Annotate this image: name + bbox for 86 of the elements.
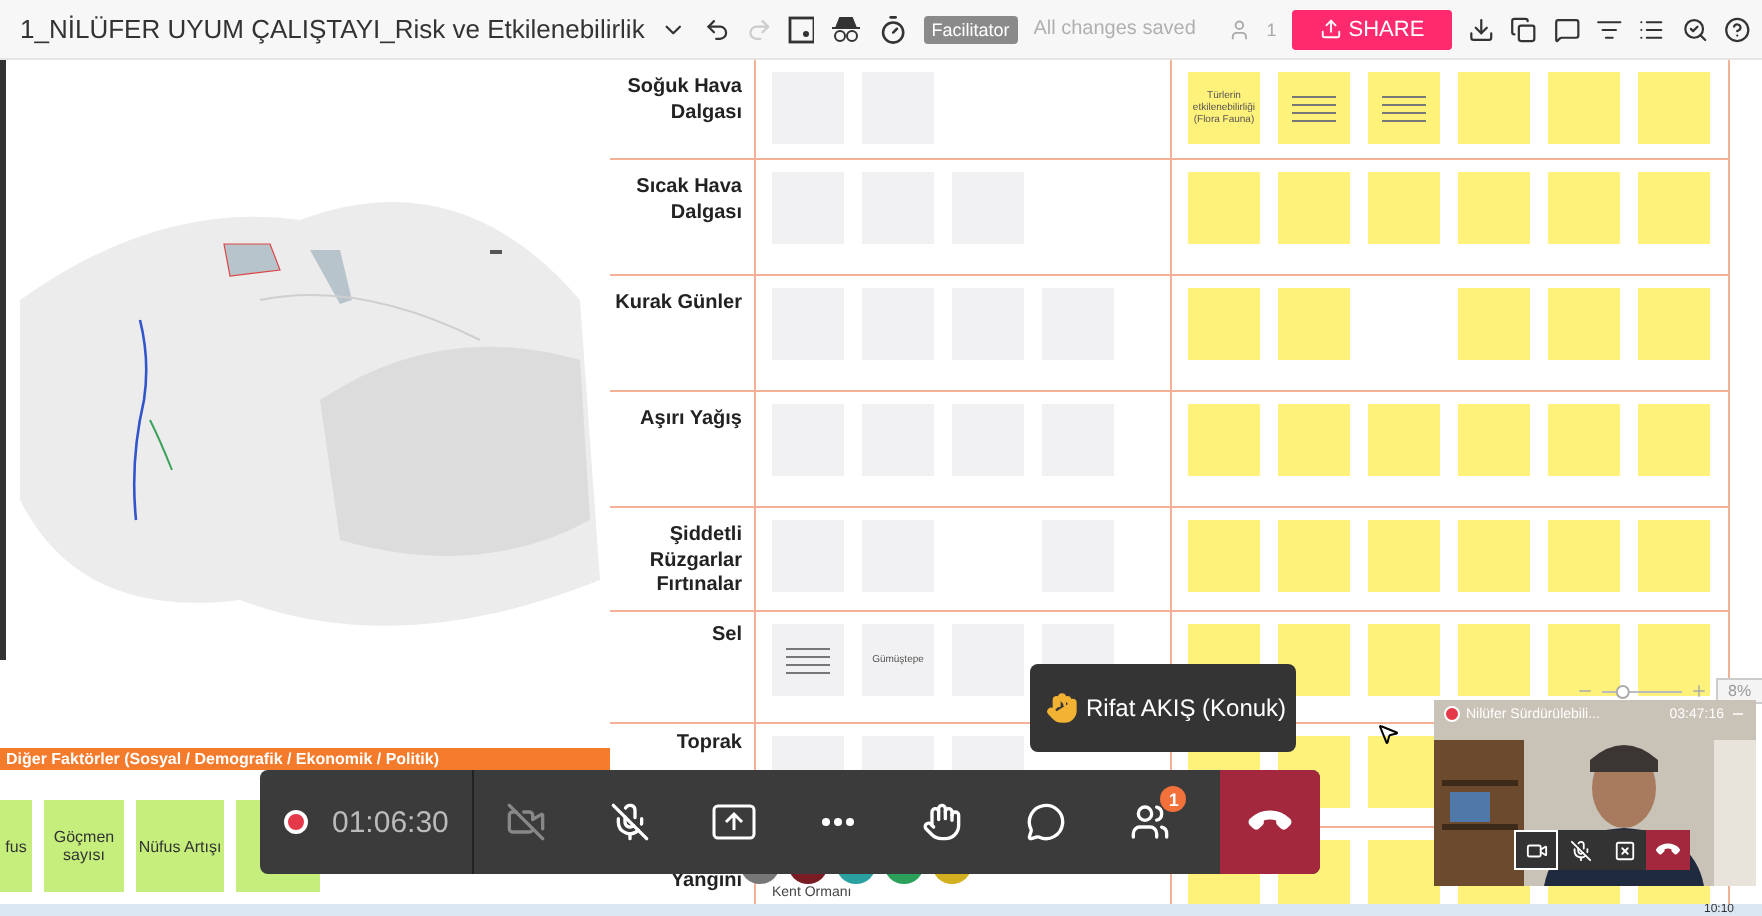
share-button[interactable]: SHARE bbox=[1292, 9, 1453, 49]
help-icon[interactable] bbox=[1723, 15, 1751, 43]
save-status: All changes saved bbox=[1033, 18, 1196, 40]
factor-card: Göçmen sayısı bbox=[44, 800, 124, 892]
cursor-icon bbox=[1376, 722, 1400, 746]
raised-hand-icon bbox=[1046, 692, 1078, 724]
participants-badge: 1 bbox=[1160, 786, 1187, 812]
note-scribble-icon bbox=[786, 647, 830, 673]
sticky-note bbox=[1458, 520, 1530, 592]
sticky-note bbox=[1548, 520, 1620, 592]
row-label: Soğuk Hava Dalgası bbox=[625, 74, 744, 126]
list-icon[interactable] bbox=[1638, 15, 1666, 43]
row-label: Yangını bbox=[668, 868, 744, 895]
facilitator-badge: Facilitator bbox=[923, 15, 1018, 43]
comment-icon[interactable] bbox=[1553, 15, 1580, 43]
sticky-note bbox=[1638, 404, 1710, 476]
more-icon bbox=[822, 818, 855, 826]
row-label: Kurak Günler bbox=[613, 290, 744, 317]
participants-button[interactable]: 1 bbox=[1098, 770, 1203, 874]
people-icon bbox=[1130, 802, 1171, 842]
download-icon[interactable] bbox=[1468, 15, 1495, 43]
sticky-note bbox=[1368, 624, 1440, 696]
row-label: Şiddetli Rüzgarlar Fırtınalar bbox=[647, 522, 744, 599]
sticky-note bbox=[1548, 404, 1620, 476]
mic-off-icon bbox=[610, 802, 651, 842]
sticky-note bbox=[1638, 520, 1710, 592]
call-timer: 01:06:30 bbox=[332, 805, 449, 839]
copy-icon[interactable] bbox=[1510, 15, 1538, 43]
screen-icon bbox=[1613, 839, 1635, 861]
search-icon[interactable] bbox=[1681, 15, 1708, 43]
hang-up-button[interactable] bbox=[1220, 770, 1320, 874]
row-label: Sel bbox=[709, 622, 744, 649]
spy-icon[interactable] bbox=[830, 15, 862, 43]
sticky-note bbox=[1278, 172, 1350, 244]
sticky-note bbox=[1458, 624, 1530, 696]
upload-icon bbox=[1320, 18, 1343, 40]
mic-off-icon bbox=[1569, 839, 1591, 861]
factor-card: Nüfus Artışı bbox=[136, 800, 224, 892]
sticky-note bbox=[1188, 404, 1260, 476]
sticky-note bbox=[1188, 172, 1260, 244]
sticky-note bbox=[1278, 288, 1350, 360]
sticky-note bbox=[1458, 404, 1530, 476]
factors-heading: Diğer Faktörler (Sosyal / Demografik / Ekonomik / Politik) bbox=[0, 748, 610, 770]
user-count: 1 bbox=[1266, 19, 1277, 39]
sticky-note bbox=[1638, 624, 1710, 696]
row-label: Sıcak Hava Dalgası bbox=[634, 174, 744, 226]
factor-card: fus bbox=[0, 800, 32, 892]
sticky-note bbox=[1638, 288, 1710, 360]
sticky-note bbox=[1458, 172, 1530, 244]
board-title[interactable]: 1_NİLÜFER UYUM ÇALIŞTAYI_Risk ve Etkilenebilirlik bbox=[20, 14, 645, 44]
sticky-note bbox=[1548, 172, 1620, 244]
sticky-note bbox=[1188, 288, 1260, 360]
hand-icon bbox=[922, 802, 963, 842]
sticky-note bbox=[1638, 72, 1710, 144]
row-label: Aşırı Yağış bbox=[638, 406, 744, 433]
sticky-note bbox=[1188, 520, 1260, 592]
sticky-note bbox=[1458, 288, 1530, 360]
sticky-note bbox=[1278, 520, 1350, 592]
zoom-slider[interactable] bbox=[1602, 683, 1682, 699]
sticky-note bbox=[1368, 520, 1440, 592]
camera-off-icon bbox=[506, 802, 547, 842]
timer-icon[interactable] bbox=[877, 13, 908, 45]
sticky-note bbox=[1548, 624, 1620, 696]
sticky-note bbox=[1278, 404, 1350, 476]
sticky-note bbox=[1368, 736, 1440, 808]
note-scribble-icon bbox=[1292, 95, 1336, 121]
note-scribble-icon bbox=[1382, 95, 1426, 121]
sticky-note bbox=[1458, 72, 1530, 144]
share-screen-icon bbox=[712, 804, 757, 840]
sticky-note bbox=[1368, 172, 1440, 244]
user-icon bbox=[1227, 17, 1251, 41]
sticky-note bbox=[1368, 404, 1440, 476]
tooltip-text: Rifat AKIŞ (Konuk) bbox=[1086, 694, 1287, 722]
undo-icon[interactable] bbox=[703, 15, 730, 43]
sticky-note bbox=[1548, 72, 1620, 144]
row-label: Toprak bbox=[674, 730, 744, 757]
sticky-note bbox=[1638, 172, 1710, 244]
frame-icon[interactable] bbox=[788, 15, 815, 43]
video-hang-up-button[interactable] bbox=[1646, 830, 1690, 870]
chat-icon bbox=[1026, 802, 1067, 842]
camera-icon bbox=[1525, 839, 1547, 861]
sticky-note bbox=[1548, 288, 1620, 360]
filter-list-icon[interactable] bbox=[1595, 15, 1623, 43]
record-indicator[interactable] bbox=[284, 810, 308, 834]
video-camera-button[interactable] bbox=[1514, 830, 1558, 870]
sticky-note bbox=[1368, 840, 1440, 904]
